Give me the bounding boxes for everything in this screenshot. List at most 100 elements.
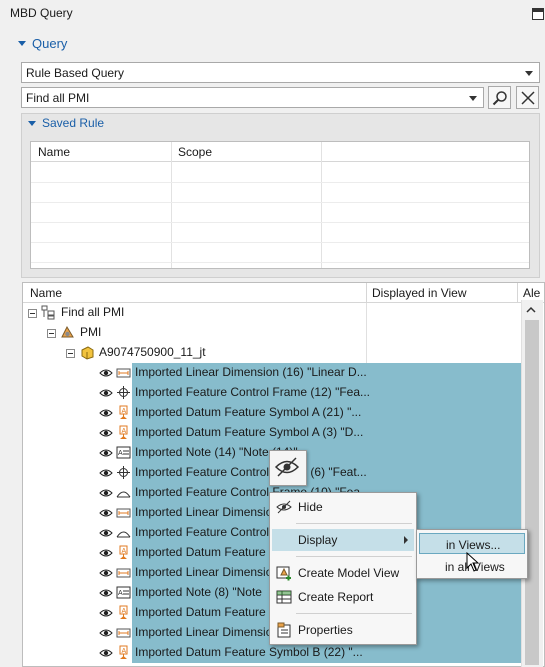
pmi-folder-icon (61, 325, 74, 338)
tree-root-label: Find all PMI (61, 305, 125, 319)
eye-visible-icon[interactable] (99, 627, 113, 639)
tree-pmi-label: PMI (80, 325, 102, 339)
tree-row-pmi-item[interactable]: A Imported Datum Feature Symbol B (22) ".… (23, 643, 523, 663)
close-icon (520, 90, 535, 105)
eye-visible-icon[interactable] (99, 447, 113, 459)
feature-control-frame-icon (117, 466, 130, 479)
note-icon: A (116, 586, 131, 599)
hide-quick-button[interactable] (269, 450, 307, 486)
eye-visible-icon[interactable] (99, 567, 113, 579)
tree-vertical-scrollbar[interactable] (521, 300, 543, 667)
eye-visible-icon[interactable] (99, 487, 113, 499)
tree-item-label: Imported Feature Control Frame (12) "Fea… (135, 385, 371, 399)
tree-item-label: Imported Feature Control (135, 525, 270, 539)
datum-feature-symbol-icon: A (119, 405, 128, 419)
column-header-alert[interactable]: Ale (523, 286, 540, 300)
menu-item-properties[interactable]: Properties (272, 619, 414, 641)
eye-visible-icon[interactable] (99, 387, 113, 399)
eye-visible-icon[interactable] (99, 407, 113, 419)
menu-item-in-views[interactable]: in Views... (419, 533, 525, 554)
properties-icon (277, 622, 291, 638)
eye-hidden-icon (276, 500, 292, 514)
tree-row-pmi-item[interactable]: Imported Linear Dimension (16) "Linear D… (23, 363, 523, 383)
tree-item-label: Imported Linear Dimensio (135, 565, 273, 579)
clear-query-button[interactable] (516, 86, 539, 109)
tree-item-label: Imported Linear Dimensio (135, 625, 273, 639)
menu-item-hide[interactable]: Hide (272, 496, 414, 518)
collapse-icon[interactable] (28, 309, 37, 318)
eye-visible-icon[interactable] (99, 367, 113, 379)
run-query-button[interactable] (488, 86, 511, 109)
eye-hidden-icon (274, 457, 300, 477)
svg-text:A: A (122, 608, 127, 615)
tree-row-pmi-item[interactable]: Imported Feature Control Frame (12) "Fea… (23, 383, 523, 403)
menu-item-display[interactable]: Display (272, 529, 414, 551)
saved-rule-header[interactable]: Saved Rule (28, 116, 104, 130)
query-icon (41, 305, 55, 320)
query-section-header[interactable]: Query (18, 36, 67, 51)
search-icon (492, 90, 507, 105)
menu-item-create-model-view[interactable]: Create Model View (272, 562, 414, 584)
menu-item-create-report[interactable]: Create Report (272, 586, 414, 608)
svg-text:A: A (118, 590, 123, 597)
column-header-scope[interactable]: Scope (178, 145, 212, 159)
linear-dimension-icon (116, 628, 131, 638)
eye-visible-icon[interactable] (99, 427, 113, 439)
eye-visible-icon[interactable] (99, 467, 113, 479)
column-header-name[interactable]: Name (38, 145, 70, 159)
saved-rule-table: Name Scope (30, 141, 530, 269)
feature-control-frame-icon (117, 386, 130, 399)
tree-row-pmi-item[interactable]: A Imported Datum Feature Symbol A (3) "D.… (23, 423, 523, 443)
tree-item-label: Imported Datum Feature (135, 545, 266, 559)
tree-item-label: Imported Linear Dimensio (135, 505, 273, 519)
linear-dimension-icon (116, 568, 131, 578)
column-header-displayed-in-view[interactable]: Displayed in View (372, 286, 467, 300)
eye-visible-icon[interactable] (99, 647, 113, 659)
mouse-cursor-icon (466, 552, 480, 572)
datum-feature-symbol-icon: A (119, 645, 128, 659)
tree-row-pmi-item[interactable]: A Imported Datum Feature Symbol A (21) ".… (23, 403, 523, 423)
query-section-label: Query (32, 36, 68, 51)
scroll-up-icon[interactable] (526, 306, 536, 314)
panel-title: MBD Query (10, 6, 73, 20)
svg-text:A: A (122, 648, 127, 655)
model-view-icon (276, 566, 291, 581)
query-filter-dropdown[interactable]: Find all PMI (21, 87, 484, 108)
datum-feature-symbol-icon: A (119, 425, 128, 439)
tree-row-root[interactable]: Find all PMI (23, 303, 523, 323)
svg-text:A: A (122, 548, 127, 555)
eye-visible-icon[interactable] (99, 507, 113, 519)
svg-text:A: A (122, 428, 127, 435)
profile-icon (116, 531, 131, 538)
collapse-triangle-icon (28, 120, 36, 126)
tree-header: Name Displayed in View Ale (23, 283, 544, 303)
query-type-value: Rule Based Query (26, 65, 125, 80)
tree-item-label: Imported Datum Feature Symbol A (21) "..… (135, 405, 362, 419)
eye-visible-icon[interactable] (99, 587, 113, 599)
eye-visible-icon[interactable] (99, 607, 113, 619)
saved-rule-table-header: Name Scope (31, 142, 529, 162)
collapse-icon[interactable] (47, 329, 56, 338)
profile-icon (116, 491, 131, 498)
tree-item-label: Imported Note (8) "Note (135, 585, 262, 599)
linear-dimension-icon (116, 368, 131, 378)
tree-row-pmi[interactable]: PMI (23, 323, 523, 343)
context-menu: Hide Display Create Model View Create Re… (269, 492, 417, 645)
scroll-thumb[interactable] (525, 320, 539, 665)
datum-feature-symbol-icon: A (119, 605, 128, 619)
tree-item-label: Imported Linear Dimension (16) "Linear D… (135, 365, 367, 379)
chevron-down-icon (469, 96, 477, 101)
tree-item-label: Imported Feature Control Frame (6) "Feat… (135, 465, 367, 479)
tree-item-label: Imported Datum Feature Symbol B (22) "..… (135, 645, 363, 659)
query-type-dropdown[interactable]: Rule Based Query (21, 62, 540, 83)
column-header-name[interactable]: Name (30, 286, 62, 300)
tree-part-label: A9074750900_11_jt (99, 345, 206, 359)
collapse-icon[interactable] (66, 349, 75, 358)
svg-text:A: A (118, 450, 123, 457)
tree-row-part[interactable]: A9074750900_11_jt (23, 343, 523, 363)
note-icon: A (116, 446, 131, 459)
eye-visible-icon[interactable] (99, 527, 113, 539)
eye-visible-icon[interactable] (99, 547, 113, 559)
tree-item-label: Imported Datum Feature (135, 605, 266, 619)
restore-window-icon[interactable] (532, 8, 544, 20)
